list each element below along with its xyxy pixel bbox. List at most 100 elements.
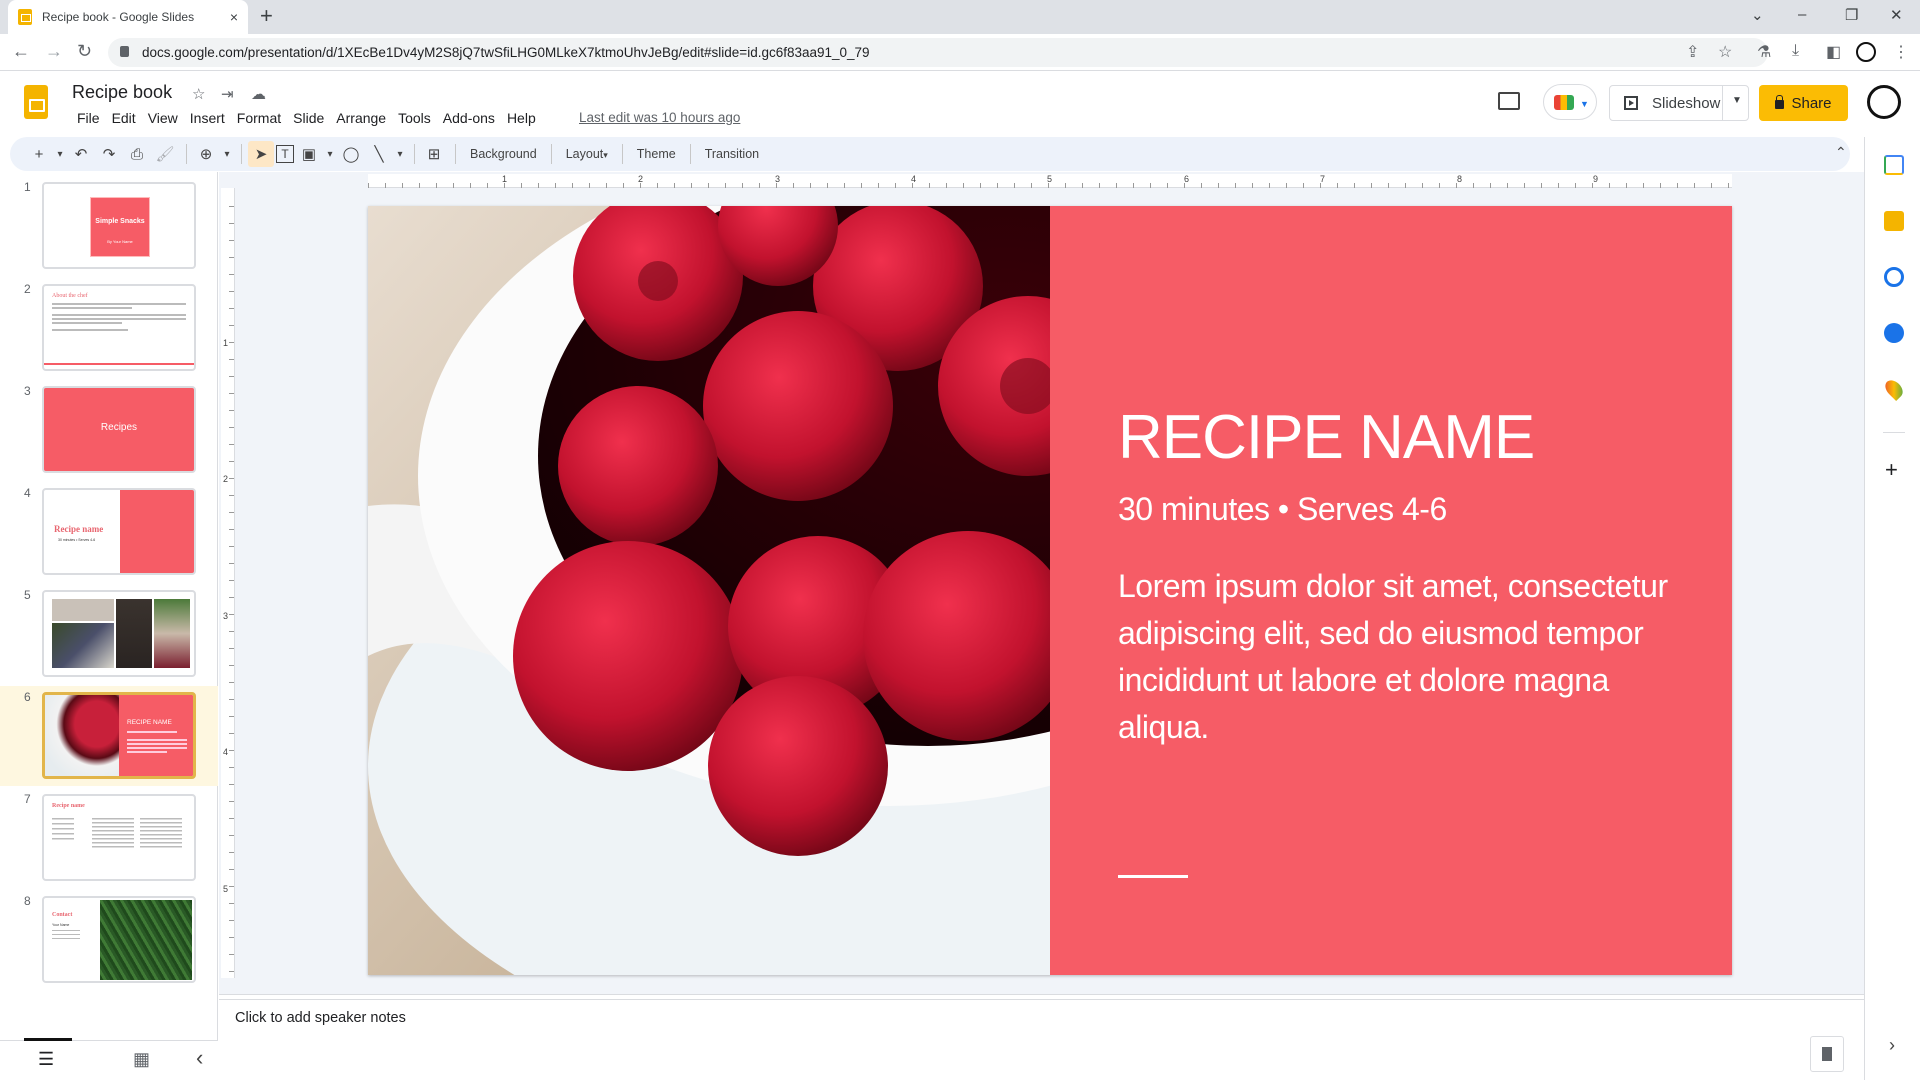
toolbar-divider <box>414 144 415 164</box>
menu-help[interactable]: Help <box>501 110 542 126</box>
tasks-icon[interactable] <box>1884 267 1904 287</box>
maps-icon[interactable] <box>1881 376 1907 402</box>
redo-button[interactable]: ↷ <box>96 141 122 167</box>
forward-button[interactable]: → <box>45 41 63 62</box>
slide-thumbnail-1[interactable]: 1 Simple Snacks By Your Name <box>0 176 218 276</box>
minimize-button[interactable]: – <box>1798 6 1806 23</box>
thumb-title: Recipes <box>100 422 138 433</box>
slide-thumbnail-4[interactable]: 4 Recipe name 30 minutes • Serves 4-6 <box>0 482 218 582</box>
new-tab-button[interactable]: + <box>260 4 273 28</box>
meet-button[interactable]: ▼ <box>1543 84 1597 120</box>
new-slide-button[interactable]: + <box>26 141 52 167</box>
tab-close-icon[interactable]: × <box>230 9 238 25</box>
menu-file[interactable]: File <box>71 110 106 126</box>
theme-button[interactable]: Theme <box>629 147 684 161</box>
horizontal-ruler[interactable]: 1 2 3 4 5 6 7 8 9 <box>368 174 1732 188</box>
calendar-icon[interactable] <box>1884 155 1904 175</box>
menu-slide[interactable]: Slide <box>287 110 330 126</box>
thumb-preview <box>42 590 196 677</box>
keep-icon[interactable] <box>1884 211 1904 231</box>
new-slide-dropdown-icon[interactable]: ▾ <box>54 141 66 167</box>
slide-number: 2 <box>24 282 31 296</box>
browser-menu-icon[interactable]: ⋮ <box>1893 42 1909 62</box>
comment-history-icon[interactable] <box>1498 92 1520 110</box>
explore-button[interactable] <box>1810 1036 1844 1072</box>
slide-thumbnail-7[interactable]: 7 Recipe name <box>0 788 218 888</box>
slide-thumbnail-8[interactable]: 8 Contact Your Name <box>0 890 218 990</box>
ruler-mark: 4 <box>223 747 229 757</box>
last-edit-link[interactable]: Last edit was 10 hours ago <box>579 110 740 125</box>
menu-bar: File Edit View Insert Format Slide Arran… <box>71 110 542 126</box>
line-dropdown-icon[interactable]: ▾ <box>394 141 406 167</box>
vertical-ruler[interactable]: 1 2 3 4 5 <box>221 188 235 978</box>
tab-search-icon[interactable]: ⌄ <box>1751 6 1764 24</box>
slideshow-button[interactable]: Slideshow ▼ <box>1609 85 1749 121</box>
slide-thumbnail-2[interactable]: 2 About the chef <box>0 278 218 378</box>
close-window-button[interactable]: ✕ <box>1890 6 1903 24</box>
notes-resize-handle[interactable] <box>219 994 1864 1000</box>
slide-thumbnail-6[interactable]: 6 RECIPE NAME <box>0 686 218 786</box>
line-tool-button[interactable]: ╲ <box>366 141 392 167</box>
menu-tools[interactable]: Tools <box>392 110 437 126</box>
slide-body-text[interactable]: Lorem ipsum dolor sit amet, consectetur … <box>1118 563 1678 751</box>
shape-tool-button[interactable]: ◯ <box>338 141 364 167</box>
raspberries-photo[interactable] <box>368 206 1050 975</box>
expand-panel-icon[interactable]: › <box>1889 1035 1895 1056</box>
thumb-preview: Contact Your Name <box>42 896 196 983</box>
layout-button[interactable]: Layout▾ <box>558 147 616 161</box>
bookmark-star-icon[interactable]: ☆ <box>1718 42 1732 62</box>
slideshow-dropdown-icon[interactable]: ▼ <box>1732 95 1742 106</box>
reload-button[interactable]: ↻ <box>77 41 92 62</box>
star-icon[interactable]: ☆ <box>192 85 205 103</box>
restore-button[interactable]: ❐ <box>1845 6 1858 24</box>
url-field[interactable]: docs.google.com/presentation/d/1XEcBe1Dv… <box>108 38 1768 67</box>
add-comment-button[interactable]: ⊞ <box>421 141 447 167</box>
add-addon-icon[interactable]: + <box>1885 457 1898 483</box>
slide-filmstrip[interactable]: 1 Simple Snacks By Your Name 2 About the… <box>0 172 218 1040</box>
collapse-menus-icon[interactable]: ⌃ <box>1835 144 1847 161</box>
image-dropdown-icon[interactable]: ▾ <box>324 141 336 167</box>
browser-tab[interactable]: Recipe book - Google Slides × <box>8 0 248 34</box>
menu-format[interactable]: Format <box>231 110 287 126</box>
current-slide[interactable]: RECIPE NAME 30 minutes • Serves 4-6 Lore… <box>368 206 1732 975</box>
menu-edit[interactable]: Edit <box>106 110 142 126</box>
slides-logo-icon[interactable] <box>24 85 48 119</box>
share-page-icon[interactable]: ⇪ <box>1686 42 1699 62</box>
download-icon[interactable]: ⤓ <box>1792 42 1799 60</box>
collapse-filmstrip-icon[interactable]: ‹ <box>196 1045 203 1071</box>
zoom-button[interactable]: ⊕ <box>193 141 219 167</box>
undo-button[interactable]: ↶ <box>68 141 94 167</box>
slide-title[interactable]: RECIPE NAME <box>1118 402 1535 473</box>
slide-subtitle[interactable]: 30 minutes • Serves 4-6 <box>1118 491 1447 528</box>
print-button[interactable]: ⎙ <box>124 141 150 167</box>
cloud-status-icon[interactable]: ☁ <box>251 85 266 103</box>
slide-number: 7 <box>24 792 31 806</box>
contacts-icon[interactable] <box>1884 323 1904 343</box>
textbox-tool-button[interactable]: T <box>276 145 294 163</box>
transition-button[interactable]: Transition <box>697 147 767 161</box>
menu-view[interactable]: View <box>142 110 184 126</box>
filmstrip-view-icon[interactable]: ☰ <box>38 1049 54 1070</box>
speaker-notes-field[interactable]: Click to add speaker notes <box>235 1010 406 1026</box>
labs-flask-icon[interactable]: ⚗ <box>1757 42 1771 62</box>
menu-arrange[interactable]: Arrange <box>330 110 392 126</box>
share-button[interactable]: Share <box>1759 85 1848 121</box>
background-button[interactable]: Background <box>462 147 545 161</box>
menu-insert[interactable]: Insert <box>184 110 231 126</box>
side-panel-icon[interactable]: ◧ <box>1826 42 1841 62</box>
profile-avatar-icon[interactable] <box>1856 42 1876 62</box>
back-button[interactable]: ← <box>12 41 30 62</box>
document-title[interactable]: Recipe book <box>72 82 172 103</box>
select-tool-button[interactable]: ➤ <box>248 141 274 167</box>
slide-thumbnail-3[interactable]: 3 Recipes <box>0 380 218 480</box>
chevron-down-icon: ▾ <box>603 150 608 160</box>
slide-thumbnail-5[interactable]: 5 <box>0 584 218 684</box>
account-avatar[interactable] <box>1867 85 1901 119</box>
grid-view-icon[interactable]: ▦ <box>133 1049 150 1070</box>
move-folder-icon[interactable]: ⇥ <box>221 85 234 103</box>
insert-image-button[interactable]: ▣ <box>296 141 322 167</box>
menu-addons[interactable]: Add-ons <box>437 110 501 126</box>
paint-format-button[interactable]: 🖌 <box>152 141 178 167</box>
zoom-dropdown-icon[interactable]: ▾ <box>221 141 233 167</box>
side-apps-panel: + › <box>1864 137 1920 1080</box>
